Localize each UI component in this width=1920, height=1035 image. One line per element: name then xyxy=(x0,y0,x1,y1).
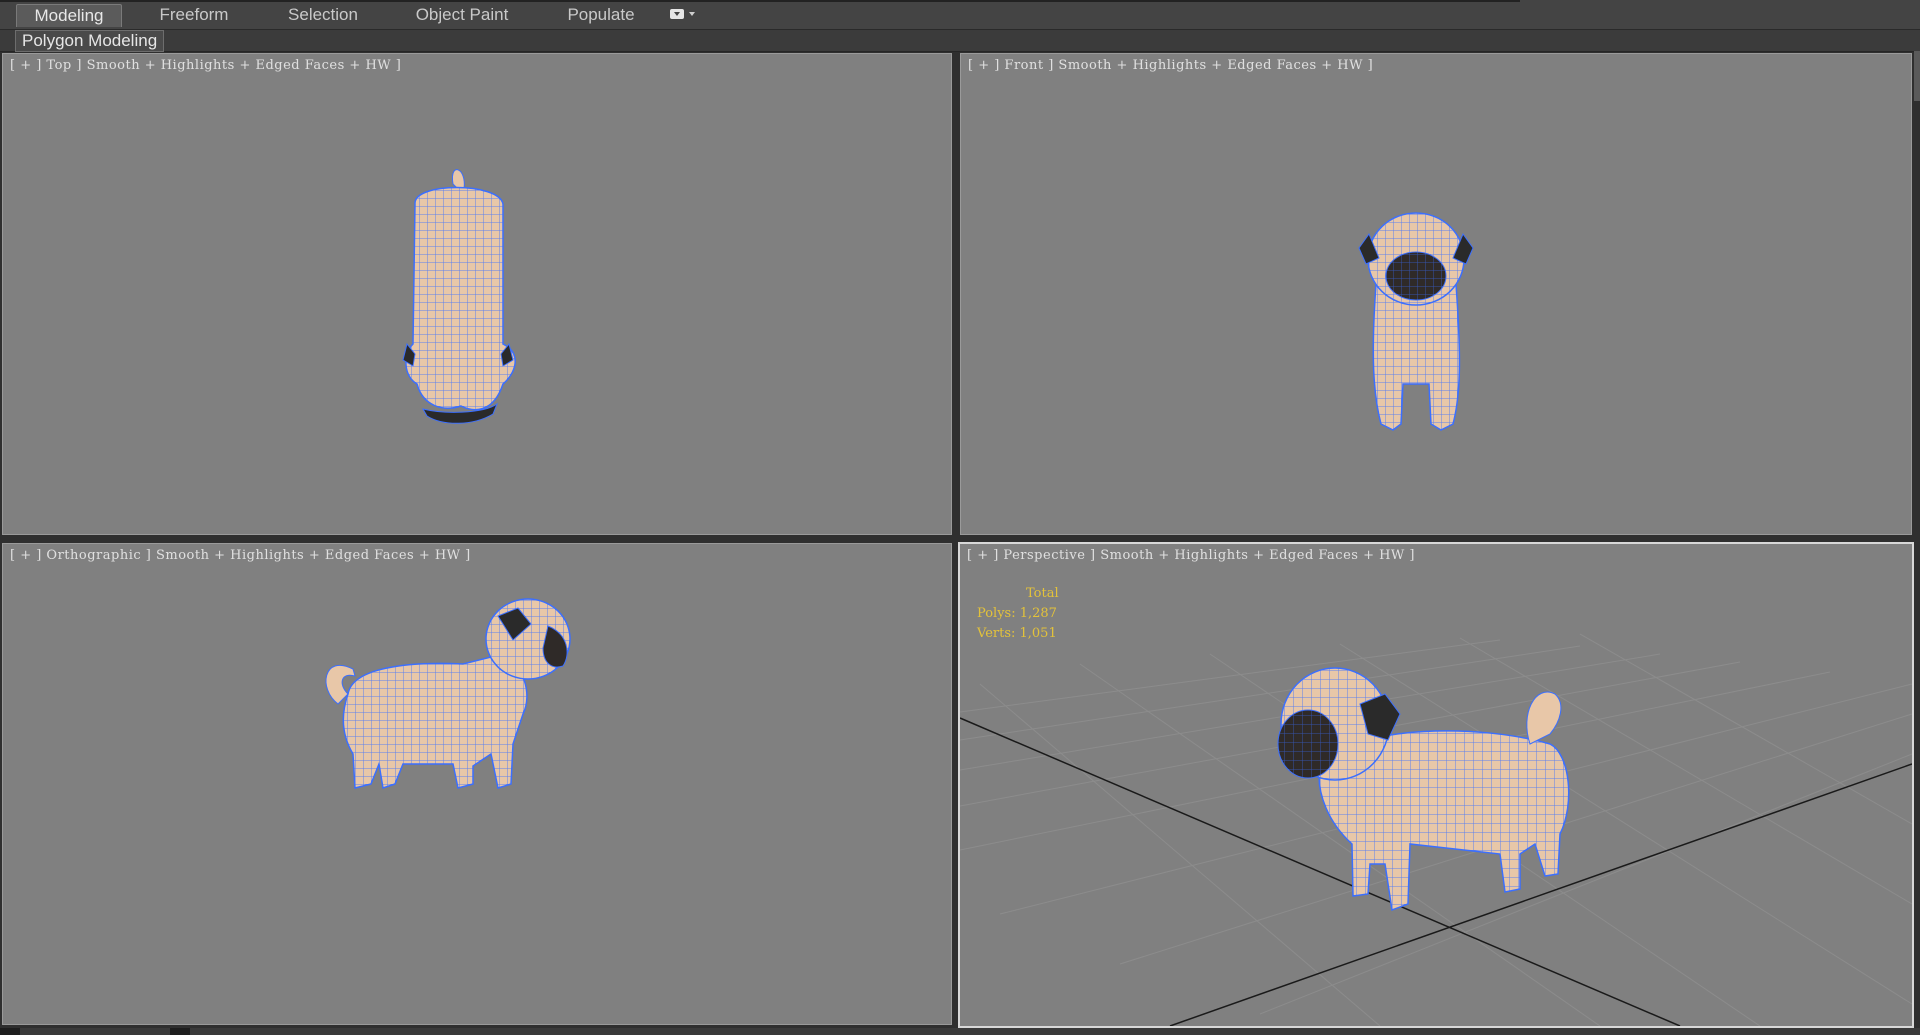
status-segment xyxy=(20,1028,170,1035)
viewport-front[interactable]: [ + ] Front ] Smooth + Highlights + Edge… xyxy=(960,53,1912,535)
ribbon-scrollbar[interactable] xyxy=(1914,51,1920,101)
pug-model-side-view xyxy=(325,598,571,789)
tab-modeling[interactable]: Modeling xyxy=(16,4,122,27)
ribbon-top-edge xyxy=(0,0,1520,2)
status-segment xyxy=(190,1028,1920,1035)
ribbon-panel-bar: Polygon Modeling xyxy=(0,30,1920,52)
panel-options-icon[interactable] xyxy=(670,6,698,22)
panel-toggle-icon xyxy=(670,9,684,19)
status-strip xyxy=(0,1028,1920,1035)
tab-freeform[interactable]: Freeform xyxy=(146,4,242,26)
viewport-perspective[interactable]: [ + ] Perspective ] Smooth + Highlights … xyxy=(958,542,1914,1028)
tab-selection[interactable]: Selection xyxy=(276,4,370,26)
viewport-orthographic[interactable]: [ + ] Orthographic ] Smooth + Highlights… xyxy=(2,543,952,1025)
pug-model-front-view xyxy=(1358,212,1474,431)
chevron-down-icon xyxy=(689,12,695,16)
pug-model-top-view xyxy=(402,169,516,424)
polygon-modeling-panel-button[interactable]: Polygon Modeling xyxy=(15,30,165,52)
tab-object-paint[interactable]: Object Paint xyxy=(410,4,514,26)
perspective-scene xyxy=(960,633,1912,1026)
tab-populate[interactable]: Populate xyxy=(556,4,646,26)
ribbon-tab-bar: Modeling Freeform Selection Object Paint… xyxy=(0,0,1920,30)
viewport-top[interactable]: [ + ] Top ] Smooth + Highlights + Edged … xyxy=(2,53,952,535)
